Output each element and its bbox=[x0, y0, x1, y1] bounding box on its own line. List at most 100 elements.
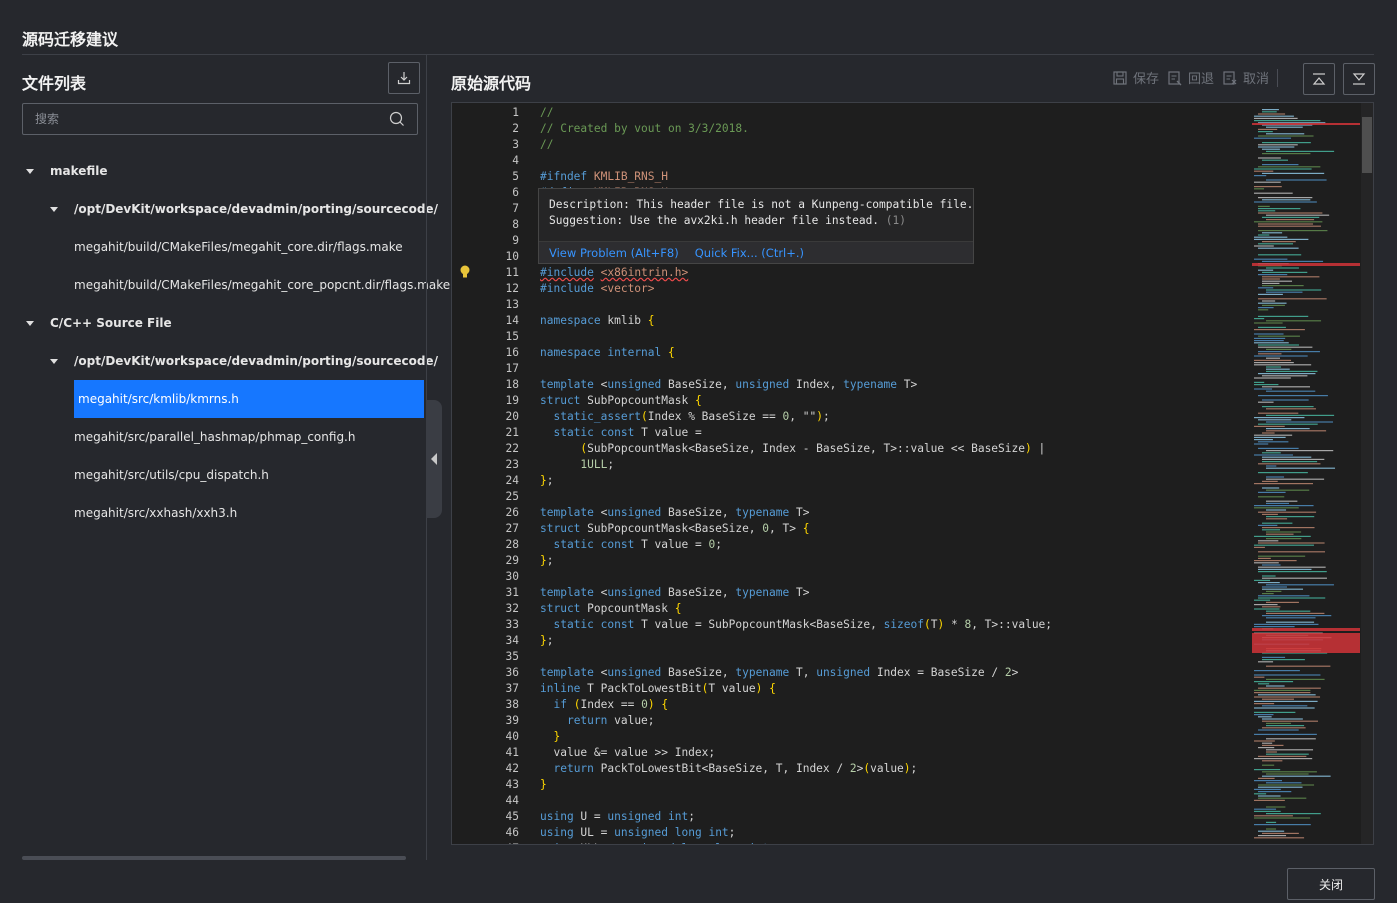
caret-down-icon[interactable] bbox=[50, 206, 58, 212]
minimap-line bbox=[1266, 751, 1277, 753]
line-text: namespace internal { bbox=[540, 346, 675, 359]
line-text: return value; bbox=[566, 714, 655, 727]
minimap-line bbox=[1254, 384, 1279, 386]
line-text: static const T value = bbox=[553, 426, 702, 439]
scrollbar-thumb[interactable] bbox=[1362, 117, 1372, 173]
minimap-line bbox=[1258, 791, 1292, 793]
line-text: template <unsigned BaseSize, typename T> bbox=[540, 506, 810, 519]
minimap-line bbox=[1262, 606, 1281, 608]
code-line: 27 struct SubPopcountMask<BaseSize, 0, T>… bbox=[452, 521, 810, 537]
line-text: }; bbox=[540, 554, 554, 567]
minimap-line bbox=[1262, 216, 1320, 218]
minimap-line bbox=[1262, 278, 1280, 280]
tree-file[interactable]: megahit/src/parallel_hashmap/phmap_confi… bbox=[22, 418, 426, 456]
line-number: 2 bbox=[512, 122, 519, 135]
search-input[interactable] bbox=[23, 104, 373, 134]
minimap-line bbox=[1258, 373, 1316, 375]
revert-button[interactable]: 回退 bbox=[1167, 68, 1214, 87]
search-icon[interactable] bbox=[389, 111, 405, 127]
minimap-line bbox=[1258, 225, 1321, 227]
tree-group-makefile[interactable]: makefile bbox=[22, 152, 426, 190]
code-line: 17 bbox=[452, 361, 519, 377]
horizontal-scrollbar[interactable] bbox=[22, 856, 406, 860]
line-number: 8 bbox=[512, 218, 519, 231]
minimap-line bbox=[1258, 687, 1321, 689]
minimap-line bbox=[1254, 201, 1317, 203]
code-minimap[interactable] bbox=[1252, 103, 1362, 844]
minimap-line bbox=[1258, 307, 1274, 309]
minimap-line bbox=[1262, 744, 1284, 746]
minimap-line bbox=[1254, 711, 1296, 713]
minimap-line bbox=[1258, 661, 1274, 663]
minimap-line bbox=[1266, 685, 1285, 687]
tree-folder[interactable]: /opt/DevKit/workspace/devadmin/porting/s… bbox=[22, 342, 438, 380]
minimap-line bbox=[1258, 128, 1278, 130]
tree-group-cpp[interactable]: C/C++ Source File bbox=[22, 304, 426, 342]
view-problem-link[interactable]: View Problem (Alt+F8) bbox=[549, 246, 679, 260]
minimap-line bbox=[1258, 555, 1306, 557]
lightbulb-icon[interactable] bbox=[459, 265, 471, 279]
line-number: 37 bbox=[505, 682, 519, 695]
code-line: 22 (SubPopcountMask<BaseSize, Index - Ba… bbox=[452, 441, 1046, 457]
minimap-line bbox=[1262, 432, 1275, 434]
minimap-line bbox=[1254, 245, 1274, 247]
minimap-line bbox=[1254, 434, 1293, 436]
minimap-line bbox=[1258, 353, 1282, 355]
editor-vertical-scrollbar[interactable] bbox=[1361, 103, 1373, 844]
minimap-line bbox=[1254, 815, 1293, 817]
scroll-to-top-button[interactable] bbox=[1303, 63, 1335, 95]
minimap-line bbox=[1254, 780, 1283, 782]
caret-down-icon[interactable] bbox=[26, 320, 34, 326]
minimap-line bbox=[1262, 659, 1305, 661]
tree-file[interactable]: megahit/src/utils/cpu_dispatch.h bbox=[22, 456, 426, 494]
line-number: 32 bbox=[505, 602, 519, 615]
minimap-line bbox=[1254, 236, 1288, 238]
minimap-line bbox=[1258, 595, 1310, 597]
quick-fix-link[interactable]: Quick Fix... (Ctrl+.) bbox=[695, 246, 804, 260]
minimap-line bbox=[1266, 601, 1299, 603]
close-button[interactable]: 关闭 bbox=[1287, 868, 1375, 900]
minimap-line bbox=[1258, 795, 1281, 797]
tree-folder[interactable]: /opt/DevKit/workspace/devadmin/porting/s… bbox=[22, 190, 438, 228]
line-number: 28 bbox=[505, 538, 519, 551]
minimap-line bbox=[1254, 221, 1323, 223]
line-number: 22 bbox=[505, 442, 519, 455]
line-text: struct SubPopcountMask { bbox=[540, 394, 702, 407]
line-number: 1 bbox=[512, 106, 519, 119]
caret-down-icon[interactable] bbox=[50, 358, 58, 364]
minimap-line bbox=[1262, 109, 1279, 111]
minimap-line bbox=[1258, 542, 1325, 544]
hover-count: (1) bbox=[885, 214, 907, 227]
minimap-line bbox=[1262, 276, 1320, 278]
minimap-line bbox=[1258, 223, 1314, 225]
tree-file[interactable]: megahit/src/xxhash/xxh3.h bbox=[22, 494, 426, 532]
title-divider bbox=[22, 54, 1374, 55]
minimap-line bbox=[1258, 491, 1286, 493]
line-text: return PackToLowestBit<BaseSize, T, Inde… bbox=[553, 762, 918, 775]
caret-down-icon[interactable] bbox=[26, 168, 34, 174]
export-button[interactable] bbox=[388, 62, 420, 94]
tree-file[interactable]: megahit/build/CMakeFiles/megahit_core.di… bbox=[22, 228, 426, 266]
tree-file[interactable]: megahit/build/CMakeFiles/megahit_core_po… bbox=[22, 266, 450, 304]
line-text: if (Index == 0) { bbox=[553, 698, 669, 711]
tree-file-selected[interactable]: megahit/src/kmlib/kmrns.h bbox=[74, 380, 424, 418]
minimap-line bbox=[1262, 406, 1314, 408]
code-line: 44 bbox=[452, 793, 519, 809]
minimap-line bbox=[1262, 615, 1332, 617]
minimap-line bbox=[1254, 381, 1265, 383]
save-button[interactable]: 保存 bbox=[1112, 68, 1159, 87]
code-line: 26 template <unsigned BaseSize, typename … bbox=[452, 505, 810, 521]
minimap-line bbox=[1262, 285, 1304, 287]
minimap-line bbox=[1254, 674, 1321, 676]
line-number: 18 bbox=[505, 378, 519, 391]
code-line: 19 struct SubPopcountMask { bbox=[452, 393, 702, 409]
minimap-line bbox=[1254, 562, 1279, 564]
minimap-line bbox=[1262, 282, 1280, 284]
minimap-line bbox=[1266, 518, 1288, 520]
minimap-line bbox=[1266, 738, 1316, 740]
cancel-button[interactable]: 取消 bbox=[1222, 68, 1269, 87]
collapse-panel-handle[interactable] bbox=[426, 400, 442, 518]
scroll-to-bottom-button[interactable] bbox=[1343, 63, 1375, 95]
minimap-line bbox=[1266, 368, 1290, 370]
line-number: 43 bbox=[505, 778, 519, 791]
